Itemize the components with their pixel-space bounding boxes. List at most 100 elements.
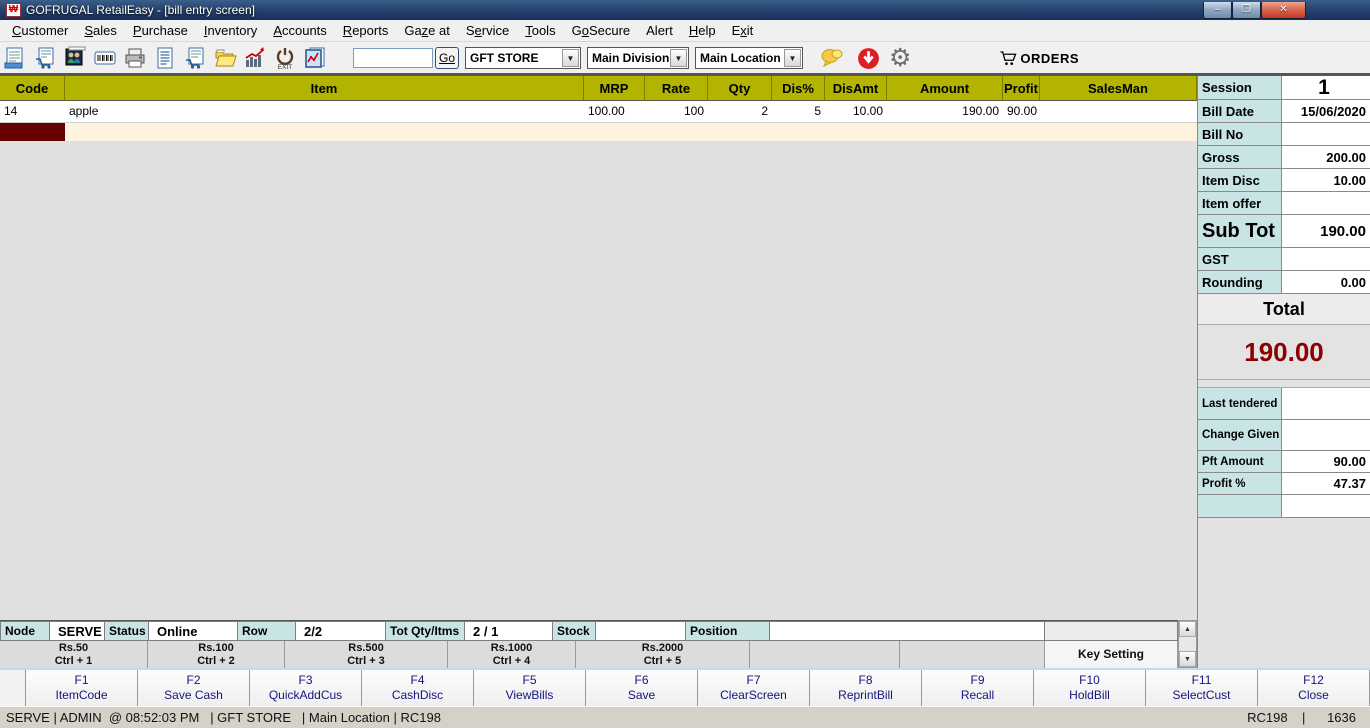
fkey-f11-button[interactable]: F11 SelectCust: [1146, 670, 1258, 706]
orders-button[interactable]: ORDERS: [999, 49, 1079, 67]
fkey-f12-button[interactable]: F12 Close: [1258, 670, 1370, 706]
menu-item-gaze-at[interactable]: Gaze at: [396, 21, 458, 40]
restore-button[interactable]: ❐: [1232, 1, 1261, 19]
cell-rate: 100: [683, 104, 704, 118]
open-folder-icon[interactable]: [210, 44, 240, 72]
menu-item-exit[interactable]: Exit: [724, 21, 762, 40]
statusline-label-status: Status: [105, 621, 149, 641]
cart-doc-icon[interactable]: [180, 44, 210, 72]
gear-icon[interactable]: ⚙: [889, 43, 911, 73]
location-dropdown[interactable]: Main Location ▼: [695, 47, 803, 69]
download-update-icon[interactable]: [855, 45, 881, 71]
close-button[interactable]: ✕: [1261, 1, 1306, 19]
active-code-cell[interactable]: [0, 123, 65, 141]
menu-item-gosecure[interactable]: GoSecure: [564, 21, 639, 40]
vertical-scrollbar[interactable]: ▲ ▼: [1178, 620, 1197, 668]
money-button-rs1000[interactable]: Rs.1000 Ctrl + 4: [448, 641, 576, 668]
cell-dis: 5: [814, 104, 821, 118]
bill-summary-panel: Session 1 Bill Date 15/06/2020 Bill No Gross 2…: [1197, 76, 1370, 668]
menu-item-alert[interactable]: Alert: [638, 21, 681, 40]
chevron-down-icon: ▼: [562, 49, 579, 67]
summary-value: [1282, 420, 1370, 450]
summary-value: 190.00: [1282, 215, 1370, 247]
money-button-rs500[interactable]: Rs.500 Ctrl + 3: [285, 641, 448, 668]
sales-cart-icon[interactable]: [30, 44, 60, 72]
fkey-number: F2: [186, 673, 201, 687]
fkey-f6-button[interactable]: F6 Save: [586, 670, 698, 706]
division-dropdown-value: Main Division: [592, 51, 670, 65]
store-dropdown[interactable]: GFT STORE ▼: [465, 47, 581, 69]
statusline-value-position: [770, 621, 1045, 641]
fkey-number: F11: [1191, 673, 1212, 687]
bill-list-icon[interactable]: [150, 44, 180, 72]
cell-mrp: 100.00: [588, 104, 625, 118]
quick-search-input[interactable]: [353, 48, 433, 68]
summary-row-rounding: Rounding 0.00: [1198, 271, 1370, 294]
grid-entry-row[interactable]: [0, 123, 1197, 141]
money-button-rs50[interactable]: Rs.50 Ctrl + 1: [0, 641, 148, 668]
fkey-number: F10: [1079, 673, 1100, 687]
fkey-f10-button[interactable]: F10 HoldBill: [1034, 670, 1146, 706]
summary-row-gross: Gross 200.00: [1198, 146, 1370, 169]
column-header-amount: Amount: [887, 76, 1003, 101]
division-dropdown[interactable]: Main Division ▼: [587, 47, 689, 69]
summary-value: 200.00: [1282, 146, 1370, 168]
statusline-value-node: SERVE: [50, 621, 105, 641]
menu-item-tools[interactable]: Tools: [517, 21, 563, 40]
summary-value: 1: [1282, 76, 1370, 99]
menu-item-service[interactable]: Service: [458, 21, 517, 40]
fkey-f9-button[interactable]: F9 Recall: [922, 670, 1034, 706]
menu-item-accounts[interactable]: Accounts: [265, 21, 334, 40]
fkey-f3-button[interactable]: F3 QuickAddCus: [250, 670, 362, 706]
summary-row-profit-%: Profit % 47.37: [1198, 473, 1370, 495]
fkey-f8-button[interactable]: F8 ReprintBill: [810, 670, 922, 706]
money-button-rs2000[interactable]: Rs.2000 Ctrl + 5: [576, 641, 750, 668]
statusline-value-stock: [596, 621, 686, 641]
menu-item-customer[interactable]: Customer: [4, 21, 76, 40]
scroll-up-icon[interactable]: ▲: [1179, 621, 1196, 637]
new-bill-icon[interactable]: [0, 44, 30, 72]
summary-value: [1282, 123, 1370, 145]
go-button[interactable]: Go: [435, 47, 459, 69]
fkey-number: F3: [298, 673, 313, 687]
menu-item-inventory[interactable]: Inventory: [196, 21, 266, 40]
statusline-label-position: Position: [686, 621, 770, 641]
barcode-icon[interactable]: [90, 44, 120, 72]
fkey-f7-button[interactable]: F7 ClearScreen: [698, 670, 810, 706]
fkey-stub: [0, 670, 26, 706]
total-amount: 190.00: [1198, 325, 1370, 380]
scroll-down-icon[interactable]: ▼: [1179, 651, 1196, 667]
chat-icon[interactable]: [819, 45, 845, 71]
status-bar: SERVE | ADMIN @ 08:52:03 PM | GFT STORE …: [0, 706, 1370, 728]
column-header-item: Item: [65, 76, 584, 101]
fkey-f4-button[interactable]: F4 CashDisc: [362, 670, 474, 706]
summary-value: 90.00: [1282, 451, 1370, 472]
chart-report-icon[interactable]: [300, 44, 330, 72]
exit-power-icon[interactable]: EXIT: [270, 44, 300, 72]
grid-data-row[interactable]: 14 apple 100.00 100 2 5 10.00 190.00 90.00: [0, 101, 1197, 123]
key-setting-button[interactable]: Key Setting: [1045, 641, 1178, 668]
column-header-qty: Qty: [708, 76, 772, 101]
menu-item-help[interactable]: Help: [681, 21, 724, 40]
fkey-label: ReprintBill: [838, 688, 893, 702]
summary-row-sub-tot: Sub Tot 190.00: [1198, 215, 1370, 248]
summary-label: [1198, 495, 1282, 517]
column-header-salesman: SalesMan: [1040, 76, 1197, 101]
fkey-f5-button[interactable]: F5 ViewBills: [474, 670, 586, 706]
menu-item-purchase[interactable]: Purchase: [125, 21, 196, 40]
fkey-f2-button[interactable]: F2 Save Cash: [138, 670, 250, 706]
summary-label: Sub Tot: [1198, 215, 1282, 247]
menu-item-reports[interactable]: Reports: [335, 21, 397, 40]
chevron-down-icon: ▼: [784, 49, 801, 67]
fkey-number: F1: [74, 673, 89, 687]
summary-label: Item offer: [1198, 192, 1282, 214]
menu-item-sales[interactable]: Sales: [76, 21, 125, 40]
money-button-rs100[interactable]: Rs.100 Ctrl + 2: [148, 641, 285, 668]
printer-icon[interactable]: [120, 44, 150, 72]
minimize-button[interactable]: –: [1203, 1, 1232, 19]
fkey-f1-button[interactable]: F1 ItemCode: [26, 670, 138, 706]
status-bar-session-info: SERVE | ADMIN @ 08:52:03 PM | GFT STORE …: [6, 710, 441, 725]
customers-icon[interactable]: [60, 44, 90, 72]
cart-icon: [1000, 51, 1017, 65]
sales-chart-icon[interactable]: [240, 44, 270, 72]
